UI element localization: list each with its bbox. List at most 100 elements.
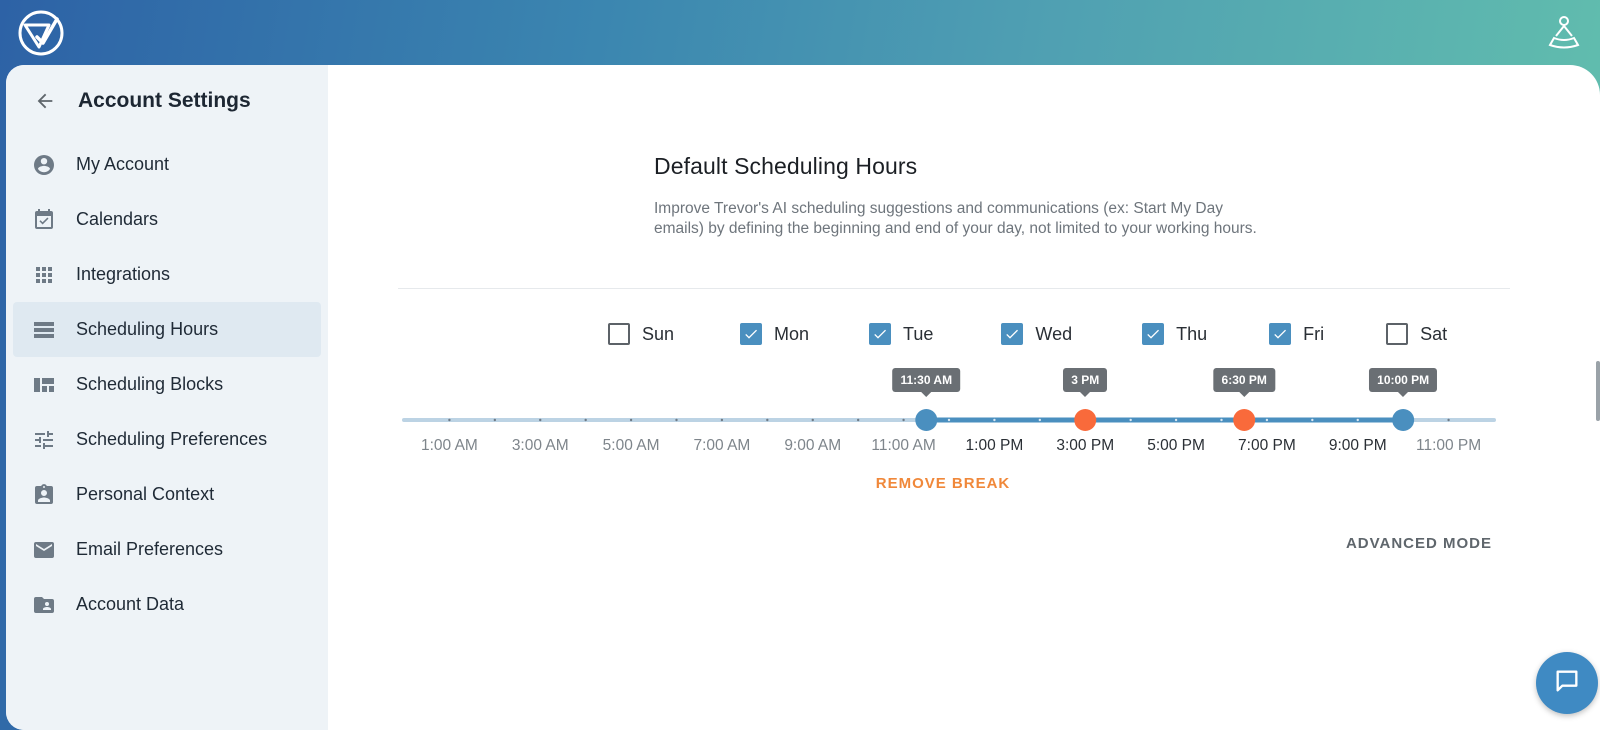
slider-tick [720,418,724,422]
slider-end-handle[interactable] [1392,409,1415,431]
sidebar-item-calendars[interactable]: Calendars [13,192,321,247]
slider-tick [675,418,678,422]
sidebar-item-my-account[interactable]: My Account [13,137,321,192]
account-circle-icon [32,153,56,177]
sidebar-item-account-data[interactable]: Account Data [13,577,321,632]
settings-sidebar: Account Settings My Account Calendars In… [6,65,328,730]
slider-start-tooltip: 11:30 AM [892,368,961,397]
sidebar-item-label: Scheduling Preferences [76,429,268,449]
slider-break-start-tooltip: 3 PM [1063,368,1108,397]
time-label: 7:00 AM [693,437,751,454]
day-checkbox-sun[interactable]: Sun [608,323,674,345]
remove-break-button[interactable]: REMOVE BREAK [876,475,1011,492]
slider-tick [993,418,996,422]
slider-break-start-handle[interactable] [1074,409,1097,431]
day-label: Mon [774,323,810,344]
slider-tick [902,418,905,422]
sidebar-item-label: Email Preferences [76,539,224,559]
slider-tick [766,418,769,422]
time-label: 11:00 PM [1415,437,1482,454]
sidebar-title: Account Settings [78,89,251,112]
section-header: Default Scheduling Hours Improve Trevor'… [654,153,1274,239]
day-checkbox-wed[interactable]: Wed [1001,323,1072,345]
tune-icon [32,428,56,452]
sidebar-item-integrations[interactable]: Integrations [13,247,321,302]
apps-grid-icon [32,263,56,287]
main-content: Default Scheduling Hours Improve Trevor'… [328,65,1600,730]
day-checkbox-sat[interactable]: Sat [1386,323,1447,345]
day-selector: Sun Mon Tue Wed Thu Fri Sat [608,323,1447,345]
checkbox-checked-icon[interactable] [740,323,763,345]
slider-tick [493,418,497,422]
sidebar-item-scheduling-hours[interactable]: Scheduling Hours [13,302,321,357]
slider-tick [448,418,451,422]
calendar-check-icon [32,208,56,232]
arrow-back-icon[interactable] [34,89,58,113]
section-description: Improve Trevor's AI scheduling suggestio… [654,200,1257,237]
sidebar-item-label: Scheduling Blocks [76,374,224,394]
sidebar-item-scheduling-blocks[interactable]: Scheduling Blocks [13,357,321,412]
slider-tick [1356,418,1359,422]
sidebar-item-label: Personal Context [76,484,215,504]
time-label: 3:00 PM [1056,437,1115,454]
checkbox-empty-icon[interactable] [608,323,630,345]
checkbox-checked-icon[interactable] [869,323,892,345]
settings-nav: My Account Calendars Integrations Schedu… [6,137,328,632]
sidebar-item-scheduling-preferences[interactable]: Scheduling Preferences [13,412,321,467]
slider-tick [1174,418,1178,422]
time-label: 11:00 AM [871,437,936,454]
divider [398,288,1510,289]
slider-tick [1447,418,1450,422]
slider-end-tooltip: 10:00 PM [1369,368,1438,397]
slider-tick [811,418,814,422]
slider-tick [584,418,587,422]
chat-icon [1553,667,1581,700]
sidebar-item-label: My Account [76,154,170,174]
slider-tick [539,418,542,422]
chat-button[interactable] [1536,652,1598,714]
day-label: Sat [1420,323,1448,344]
slider-tick [1265,418,1269,422]
slider-tick [1038,418,1042,422]
mail-icon [32,538,56,562]
contact-badge-icon [32,483,56,507]
slider-tick [629,418,633,422]
day-label: Thu [1176,323,1208,344]
folder-user-icon [32,593,56,617]
sidebar-header: Account Settings [6,65,328,137]
time-label: 9:00 PM [1328,437,1387,454]
time-label: 9:00 AM [784,437,842,454]
slider-break-end-tooltip: 6:30 PM [1213,368,1275,397]
app-logo[interactable] [17,9,65,57]
time-label: 1:00 PM [965,437,1024,454]
meditation-icon[interactable] [1546,14,1582,50]
time-label: 3:00 AM [511,437,569,454]
advanced-mode-button[interactable]: ADVANCED MODE [1346,535,1492,552]
slider-break-end-handle[interactable] [1233,409,1256,431]
checkbox-checked-icon[interactable] [1142,323,1165,345]
app-window: Account Settings My Account Calendars In… [6,65,1600,730]
day-checkbox-mon[interactable]: Mon [740,323,809,345]
hours-slider[interactable]: 11:30 AM 3 PM 6:30 PM 10:00 PM 1:00 AM 3:00 … [328,365,1600,515]
day-checkbox-tue[interactable]: Tue [869,323,933,345]
checkbox-checked-icon[interactable] [1001,323,1024,345]
page-title: Default Scheduling Hours [654,153,918,179]
view-quilt-icon [32,373,56,397]
slider-tick [1220,418,1223,422]
day-checkbox-thu[interactable]: Thu [1142,323,1207,345]
time-label: 1:00 AM [420,437,478,454]
sidebar-item-email-preferences[interactable]: Email Preferences [13,522,321,577]
day-label: Tue [903,323,934,344]
slider-tick [856,418,860,422]
day-label: Wed [1035,323,1073,344]
day-checkbox-fri[interactable]: Fri [1269,323,1324,345]
checkbox-empty-icon[interactable] [1386,323,1409,345]
scrollbar[interactable] [1596,361,1600,421]
sidebar-item-label: Scheduling Hours [76,319,219,339]
time-label: 5:00 AM [602,437,660,454]
sidebar-item-personal-context[interactable]: Personal Context [13,467,321,522]
checkbox-checked-icon[interactable] [1269,323,1292,345]
slider-start-handle[interactable] [915,409,938,431]
slider-tick [947,418,951,422]
slider-tick [1311,418,1314,422]
